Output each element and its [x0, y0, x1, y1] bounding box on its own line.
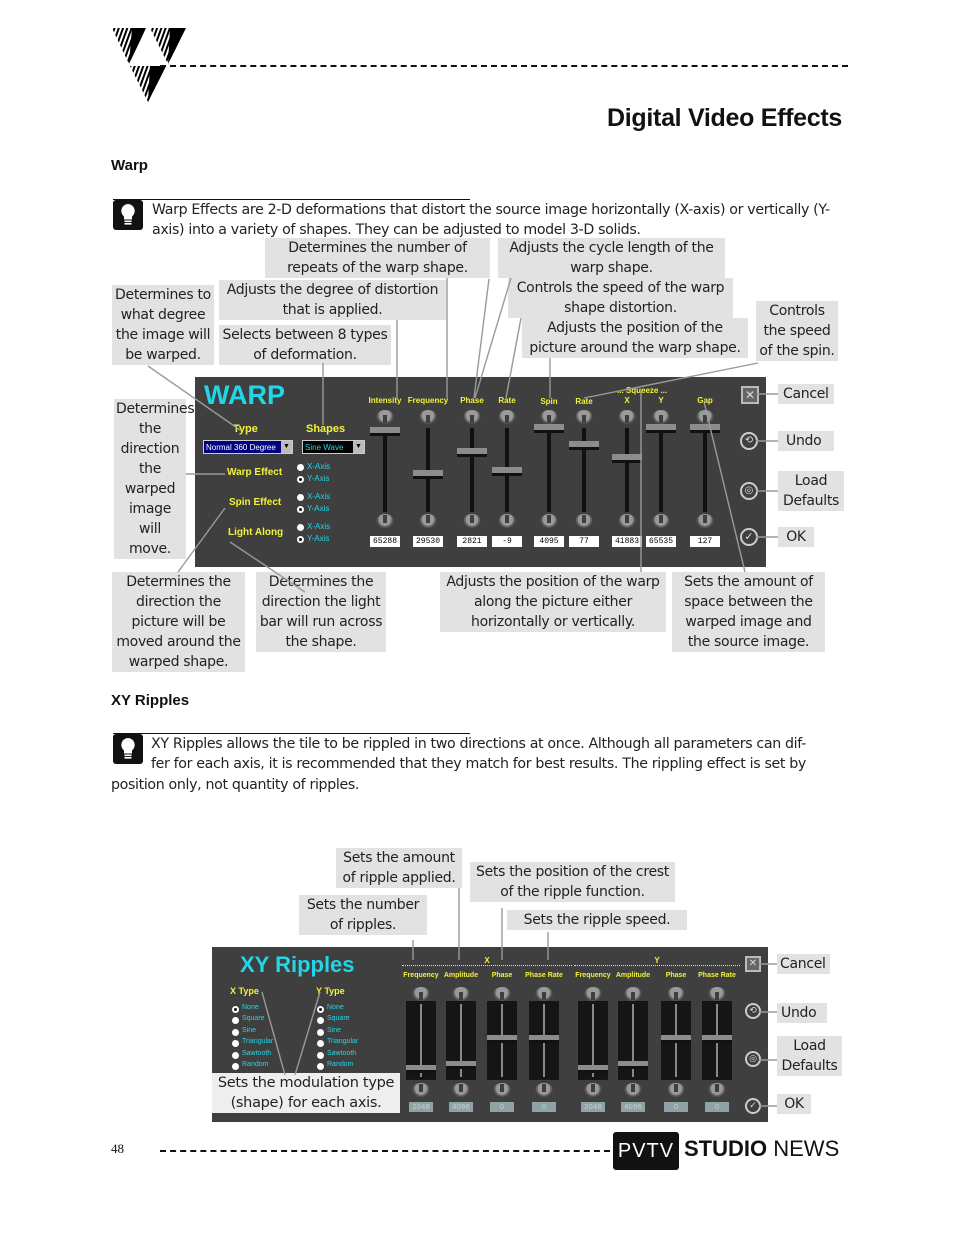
- page-number: 48: [111, 1141, 124, 1156]
- pvtv-brand-logo: PVTV: [613, 1132, 679, 1170]
- ripples-leader-lines: [261, 888, 777, 1107]
- brand-light: NEWS: [767, 1136, 840, 1161]
- brand-bold: STUDIO: [684, 1136, 768, 1161]
- footer-dashed-rule: [160, 1150, 610, 1152]
- studio-news-wordmark: STUDIO NEWS: [684, 1136, 839, 1162]
- brand-logo-text: PVTV: [617, 1140, 675, 1162]
